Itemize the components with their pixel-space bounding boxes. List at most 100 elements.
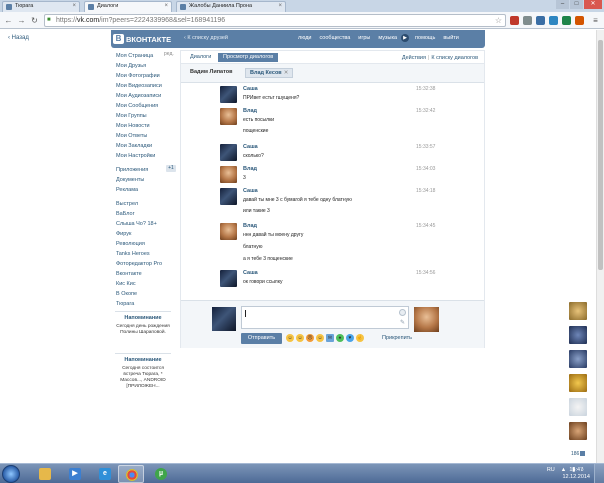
app-item[interactable]: Революция — [116, 239, 179, 249]
emoji-envelope-icon[interactable]: ✉ — [326, 334, 334, 342]
message-author[interactable]: Саша — [243, 144, 258, 150]
tab-close-icon[interactable]: × — [72, 3, 76, 9]
app-item[interactable]: Кис Кис — [116, 279, 179, 289]
browser-tab-dialogs[interactable]: Диалоги × — [84, 1, 172, 12]
menu-item[interactable]: Реклама — [116, 185, 179, 195]
friend-avatar[interactable] — [569, 302, 587, 320]
menu-item[interactable]: Мои Новости — [116, 121, 179, 131]
bookmark-star-icon[interactable]: ☆ — [495, 15, 502, 26]
emoji-wink-icon[interactable]: ☺ — [316, 334, 324, 342]
peer-tab[interactable]: Вадим Липатов — [190, 69, 232, 75]
tab-close-icon[interactable]: × — [164, 3, 168, 9]
smiley-icon[interactable] — [399, 309, 406, 316]
friend-avatar[interactable] — [569, 422, 587, 440]
language-indicator[interactable]: RU — [547, 467, 555, 473]
extension-icon[interactable] — [575, 16, 584, 25]
app-item[interactable]: Слыша Чо? 18+ — [116, 219, 179, 229]
menu-item[interactable]: Мои Закладки — [116, 141, 179, 151]
tab-view-dialogs[interactable]: Просмотр диалогов — [218, 53, 279, 62]
nav-communities[interactable]: сообщества — [320, 35, 351, 42]
send-button[interactable]: Отправить — [241, 333, 282, 344]
emoji-sad-icon[interactable]: ☹ — [306, 334, 314, 342]
nav-logout[interactable]: выйти — [443, 35, 459, 42]
close-icon[interactable]: ✕ — [284, 70, 289, 76]
edit-menu-link[interactable]: ред. — [164, 51, 174, 57]
extension-icon[interactable] — [562, 16, 571, 25]
emoji-smile-icon[interactable]: ☺ — [286, 334, 294, 342]
my-avatar[interactable] — [212, 307, 236, 331]
app-item[interactable]: Фирук — [116, 229, 179, 239]
reminder-birthday[interactable]: Напоминание Сегодня день рождения Полины… — [115, 311, 171, 336]
avatar[interactable] — [220, 108, 237, 125]
attach-link[interactable]: Прикрепить — [382, 335, 412, 341]
apps-badge[interactable]: +1 — [166, 165, 176, 172]
app-item[interactable]: Фоторедактор Pro — [116, 259, 179, 269]
back-arrow-icon[interactable]: ← — [3, 15, 14, 26]
friends-online-count[interactable]: 186 — [571, 451, 586, 457]
menu-item[interactable]: Мои Друзья — [116, 61, 179, 71]
app-item[interactable]: В Окопе — [116, 289, 179, 299]
message-input[interactable]: ✎ — [241, 306, 409, 329]
menu-item[interactable]: Мои Настройки — [116, 151, 179, 161]
actions-link[interactable]: Действия — [402, 55, 426, 61]
app-item[interactable]: Tanks Heroes — [116, 249, 179, 259]
avatar[interactable] — [220, 86, 237, 103]
avatar[interactable] — [220, 166, 237, 183]
show-desktop-button[interactable] — [594, 464, 604, 483]
avatar[interactable] — [220, 188, 237, 205]
app-item[interactable]: Тюрага — [116, 299, 179, 309]
hamburger-menu-icon[interactable]: ≡ — [591, 16, 600, 25]
address-bar[interactable]: ■ https://vk.com/im?peers=2224339968&sel… — [44, 14, 506, 27]
app-item[interactable]: Выстрел — [116, 199, 179, 209]
friend-avatar[interactable] — [569, 374, 587, 392]
paperclip-icon[interactable]: ✎ — [400, 319, 405, 326]
nav-help[interactable]: помощь — [415, 35, 435, 42]
app-item[interactable]: ВаБлог — [116, 209, 179, 219]
friends-list-link[interactable]: ‹ К списку друзей — [184, 35, 228, 41]
emoji-grin-icon[interactable]: ☺ — [296, 334, 304, 342]
tab-dialogs[interactable]: Диалоги — [190, 54, 211, 60]
nav-games[interactable]: игры — [358, 35, 370, 42]
extension-icon[interactable] — [549, 16, 558, 25]
message-author[interactable]: Влад — [243, 108, 257, 114]
extension-icon[interactable] — [510, 16, 519, 25]
menu-item[interactable]: Мои Сообщения — [116, 101, 179, 111]
scrollbar-thumb[interactable] — [598, 40, 603, 270]
message-author[interactable]: Саша — [243, 86, 258, 92]
message-author[interactable]: Саша — [243, 188, 258, 194]
nav-people[interactable]: люди — [298, 35, 312, 42]
reload-icon[interactable]: ↻ — [29, 15, 40, 26]
maximize-button[interactable]: □ — [570, 0, 583, 9]
taskbar-torrent[interactable]: µ — [148, 465, 174, 483]
friend-avatar[interactable] — [569, 350, 587, 368]
tab-close-icon[interactable]: × — [278, 3, 282, 9]
forward-arrow-icon[interactable]: → — [16, 15, 27, 26]
friend-avatar[interactable] — [569, 326, 587, 344]
menu-item[interactable]: Документы — [116, 175, 179, 185]
emoji-heart-icon[interactable]: ♥ — [346, 334, 354, 342]
menu-item[interactable]: Мои Группы — [116, 111, 179, 121]
peer-avatar[interactable] — [414, 307, 439, 332]
avatar[interactable] — [220, 270, 237, 287]
menu-item[interactable]: Мои Видеозаписи — [116, 81, 179, 91]
close-button[interactable]: ✕ — [584, 0, 602, 9]
vk-logo[interactable]: В ВКОНТАКТЕ — [113, 34, 171, 44]
back-to-dialogs-link[interactable]: К списку диалогов — [431, 55, 478, 61]
taskbar-explorer[interactable] — [32, 465, 58, 483]
reminder-event[interactable]: Напоминание Сегодня состоится встреча Тю… — [115, 353, 171, 390]
message-author[interactable]: Влад — [243, 166, 257, 172]
menu-item[interactable]: Мои Фотографии — [116, 71, 179, 81]
page-scrollbar[interactable] — [596, 30, 604, 463]
friend-avatar[interactable] — [569, 398, 587, 416]
peer-tab-active[interactable]: Влад Кесов ✕ — [245, 68, 294, 78]
taskbar-ie[interactable]: e — [92, 465, 118, 483]
minimize-button[interactable]: – — [556, 0, 569, 9]
emoji-gift-icon[interactable]: ♠ — [336, 334, 344, 342]
extension-icon[interactable] — [523, 16, 532, 25]
avatar[interactable] — [220, 223, 237, 240]
taskbar-media[interactable]: ▶ — [62, 465, 88, 483]
extension-icon[interactable] — [536, 16, 545, 25]
start-button[interactable] — [2, 465, 20, 483]
nav-music[interactable]: музыка — [378, 35, 397, 42]
message-author[interactable]: Саша — [243, 270, 258, 276]
